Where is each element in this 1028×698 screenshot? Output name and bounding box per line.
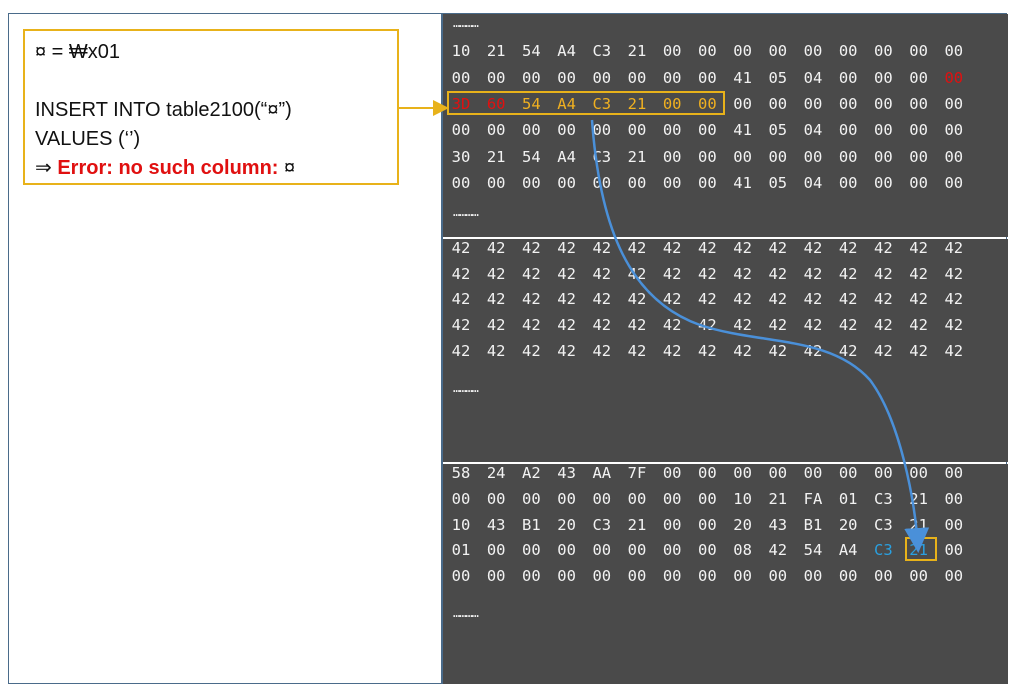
connector-overlay [399,100,930,553]
flow-arrow-curve [590,119,930,553]
